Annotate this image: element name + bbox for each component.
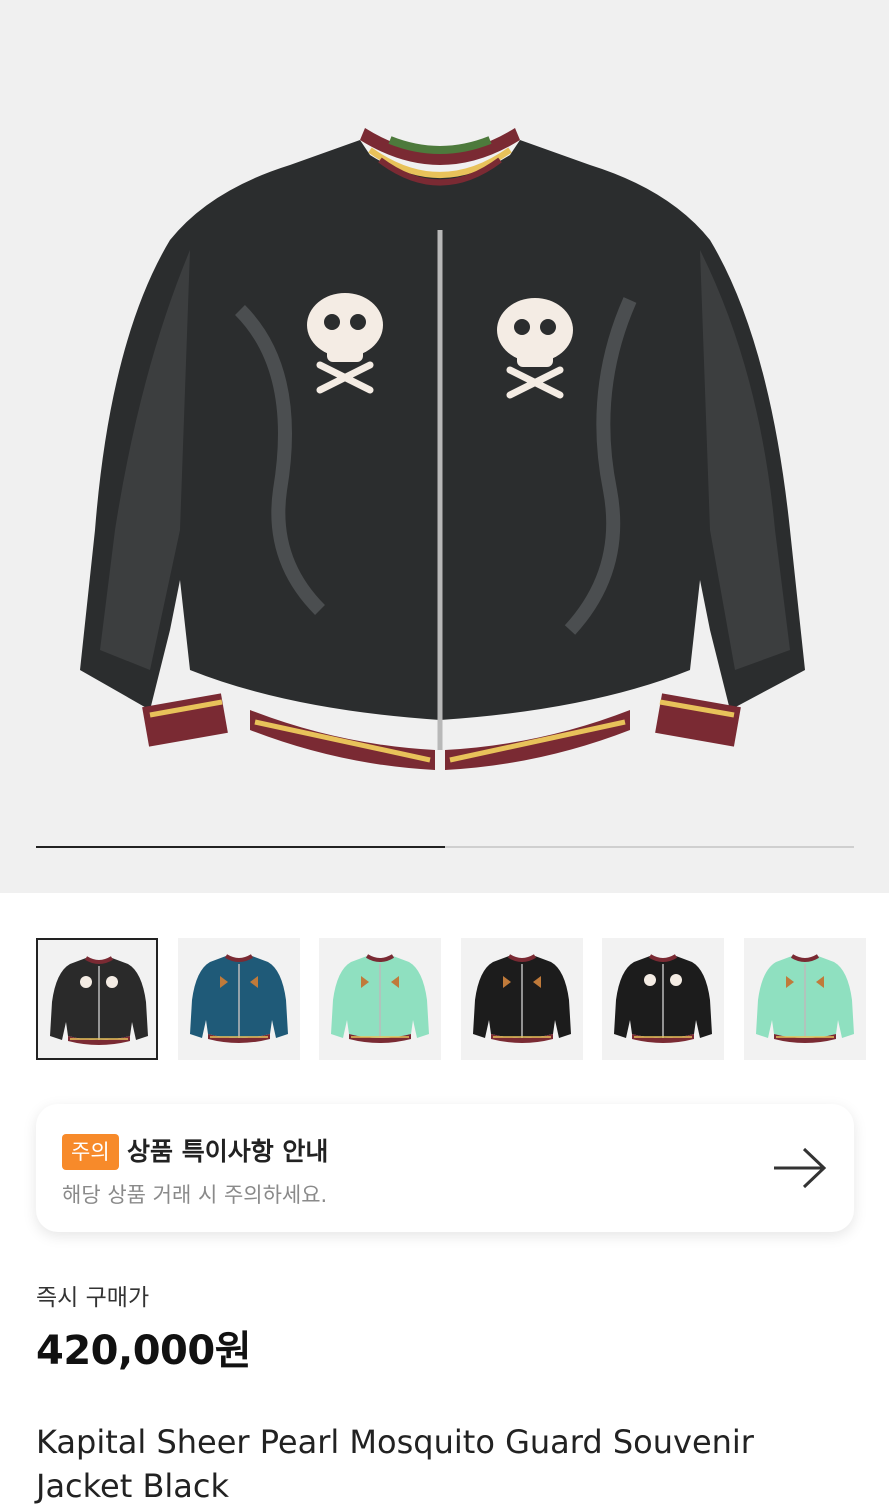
thumbnail-jacket-image: [472, 954, 571, 1043]
thumbnail-jacket-image: [614, 954, 712, 1043]
thumbnail-jacket-image: [755, 954, 854, 1043]
caution-badge: 주의: [62, 1134, 119, 1170]
notice-title: 상품 특이사항 안내: [127, 1137, 329, 1166]
main-product-image: [80, 128, 805, 770]
thumbnail-jacket-image: [50, 956, 148, 1045]
price-value: 420,000원: [36, 1328, 252, 1374]
product-title: Kapital Sheer Pearl Mosquito Guard Souve…: [36, 1423, 754, 1505]
product-image-gallery[interactable]: [0, 0, 889, 893]
thumbnail-2[interactable]: [177, 938, 300, 1060]
thumbnail-3[interactable]: [319, 938, 441, 1060]
price-label: 즉시 구매가: [36, 1285, 150, 1311]
arrow-right-icon[interactable]: [772, 1146, 828, 1190]
gallery-progress-fill: [36, 846, 445, 848]
gallery-progress-track: [36, 846, 854, 848]
thumbnail-5[interactable]: [602, 938, 724, 1060]
notice-subtitle: 해당 상품 거래 시 주의하세요.: [62, 1183, 328, 1207]
notice-card[interactable]: 주의 상품 특이사항 안내 해당 상품 거래 시 주의하세요.: [36, 1104, 854, 1232]
thumbnail-6[interactable]: [743, 938, 866, 1060]
thumbnail-jacket-image: [331, 954, 429, 1043]
thumbnail-1[interactable]: [36, 938, 158, 1060]
thumbnail-4[interactable]: [460, 938, 583, 1060]
thumbnail-strip: [36, 938, 889, 1062]
thumbnail-jacket-image: [189, 954, 288, 1043]
